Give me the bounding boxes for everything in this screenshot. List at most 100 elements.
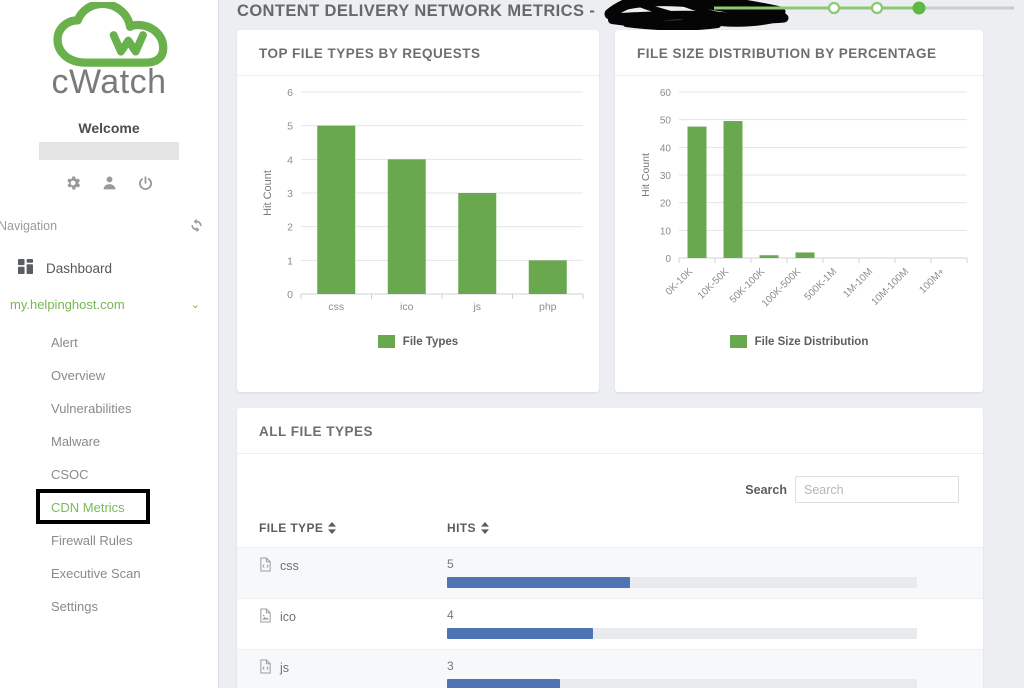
user-icon[interactable] [101,174,118,192]
hits-bar-fill [447,628,593,639]
sidebar-item-overview[interactable]: Overview [0,359,218,392]
sort-icon [328,522,337,534]
cell-hits: 4 [447,599,983,650]
chart-area: 0 10 20 30 40 50 60 0K-10K 10K-50K 50K-100K 100K-5… [615,76,983,348]
sidebar-item-label: CSOC [51,467,89,482]
svg-text:ico: ico [400,301,414,313]
svg-text:3: 3 [287,188,293,200]
legend-swatch [377,335,395,348]
legend-label: File Size Distribution [754,335,869,348]
charts-row: TOP FILE TYPES BY REQUESTS 0 1 2 3 4 5 6 css ico… [237,30,983,392]
sidebar-item-label: CDN Metrics [51,500,125,515]
svg-text:4: 4 [287,154,293,166]
sidebar-item-dashboard[interactable]: Dashboard [0,253,218,283]
navigation-header: Navigation [0,218,218,233]
brand-name: cWatch [51,63,167,101]
svg-text:5: 5 [287,121,293,133]
grid-icon [18,259,33,277]
hits-value: 4 [447,608,454,622]
bar-chart-file-size-distribution: 01020304050600K-10K 10K-50K50K-100K100K-5… [640,88,968,310]
sidebar-site-label: my.helpinghost.com [10,297,125,312]
legend-label: File Types [402,335,459,348]
svg-text:php: php [539,301,557,313]
sidebar-item-cdn-metrics[interactable]: CDN Metrics [0,491,218,524]
cell-file-type: css [237,547,447,599]
svg-text:0: 0 [665,254,671,265]
sidebar-item-malware[interactable]: Malware [0,425,218,458]
cell-file-type: js [237,649,447,688]
svg-text:60: 60 [660,88,672,99]
gear-icon[interactable] [64,174,82,192]
range-slider[interactable] [714,0,1014,28]
cloud-w-icon [53,2,168,67]
sidebar-item-firewall-rules[interactable]: Firewall Rules [0,524,218,557]
sidebar-item-label: Dashboard [46,260,113,276]
column-header-file-type[interactable]: FILE TYPE [237,517,447,548]
table-row[interactable]: ico 4 [237,598,983,650]
sort-icon [480,522,489,534]
svg-text:css: css [328,301,344,313]
sidebar-item-vulnerabilities[interactable]: Vulnerabilities [0,392,218,425]
column-header-hits[interactable]: HITS [447,517,983,548]
welcome-label: Welcome [78,120,140,136]
hits-bar-fill [447,577,631,588]
table-body: css5ico4js3php1 [237,547,983,688]
power-icon[interactable] [137,174,154,192]
column-label: FILE TYPE [259,521,324,535]
file-type-label: ico [280,610,296,624]
username-redacted [39,142,179,160]
sidebar-item-executive-scan[interactable]: Executive Scan [0,557,218,590]
cell-hits: 5 [447,547,983,599]
file-types-table: FILE TYPE HITS css 5 ico 4 js 3 [237,517,983,688]
svg-text:30: 30 [660,171,672,182]
svg-text:20: 20 [660,199,672,210]
refresh-icon[interactable] [189,218,204,233]
svg-text:500K-1M: 500K-1M [803,266,839,302]
svg-text:0: 0 [287,289,293,301]
svg-text:6: 6 [287,87,293,99]
sidebar-item-label: Settings [51,599,98,614]
chart-legend: File Types [245,335,591,348]
hits-bar-fill [447,679,560,688]
table-search: Search [237,454,983,503]
table-head: FILE TYPE HITS [237,517,983,548]
card-title: ALL FILE TYPES [237,408,983,454]
sidebar-site-selector[interactable]: my.helpinghost.com ⌄ [0,283,218,326]
column-label: HITS [447,521,476,535]
sidebar-item-settings[interactable]: Settings [0,590,218,623]
svg-text:50: 50 [660,116,672,127]
sidebar-item-label: Firewall Rules [51,533,133,548]
svg-text:10K-50K: 10K-50K [696,266,732,302]
card-title: FILE SIZE DISTRIBUTION BY PERCENTAGE [615,30,983,76]
scroll-gutter [1014,0,1024,688]
table-header-row: FILE TYPE HITS [237,517,983,548]
code-file-icon [259,557,272,575]
card-title: TOP FILE TYPES BY REQUESTS [237,30,599,76]
sidebar-sub-items: Alert Overview Vulnerabilities Malware C… [0,326,218,623]
code-file-icon [259,659,272,677]
sidebar-item-csoc[interactable]: CSOC [0,458,218,491]
legend-swatch [729,335,747,348]
card-file-size-distribution: FILE SIZE DISTRIBUTION BY PERCENTAGE 0 10… [615,30,983,392]
nav-list: Dashboard my.helpinghost.com ⌄ Alert Ove… [0,253,218,623]
table-row[interactable]: css 5 [237,547,983,599]
hits-bar-track [447,679,917,688]
svg-text:100M+: 100M+ [918,266,948,296]
svg-text:10: 10 [660,226,672,237]
svg-text:Hit Count: Hit Count [640,153,652,197]
card-all-file-types: ALL FILE TYPES Search FILE TYPE [237,408,983,688]
cell-file-type: ico [237,599,447,650]
hits-bar-track [447,628,917,639]
brand-logo[interactable]: cWatch [0,0,218,100]
hits-value: 5 [447,557,454,571]
search-input[interactable] [795,476,959,503]
sidebar-item-alert[interactable]: Alert [0,326,218,359]
chart-legend: File Size Distribution [623,335,975,348]
svg-text:1: 1 [287,255,293,267]
svg-text:100K-500K: 100K-500K [760,266,803,309]
table-row[interactable]: js 3 [237,649,983,688]
svg-text:1M-10M: 1M-10M [841,266,875,300]
file-type-label: css [280,559,299,573]
hits-bar-track [447,577,917,588]
file-type-label: js [280,661,290,675]
